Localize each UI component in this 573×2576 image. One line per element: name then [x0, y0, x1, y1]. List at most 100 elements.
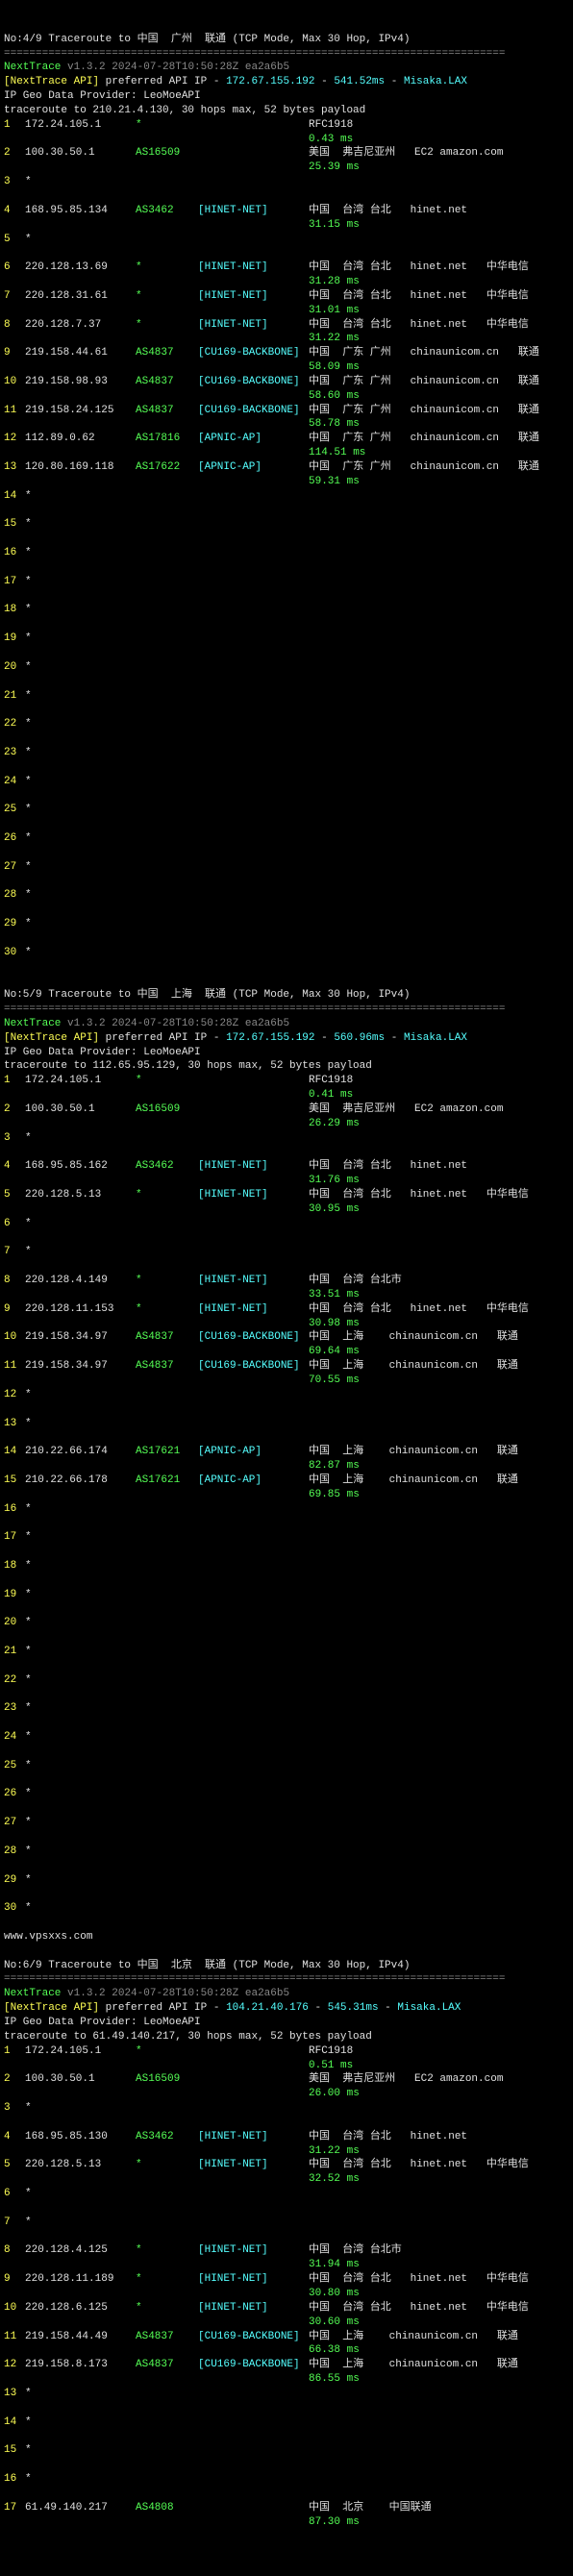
- hop-ip: *: [25, 746, 136, 760]
- hop-row: 7220.128.31.61*[HINET-NET]中国 台湾 台北 hinet…: [4, 289, 569, 304]
- api-latency: 541.52ms: [334, 76, 385, 87]
- hop-latency: 58.09 ms: [309, 360, 360, 375]
- hop-location: 中国 台湾 台北 hinet.net 中华电信: [309, 2158, 529, 2172]
- hop-latency: 82.87 ms: [309, 1459, 360, 1474]
- hop-num: 6: [4, 2187, 25, 2201]
- hop-ip: *: [25, 1816, 136, 1830]
- hop-num: 4: [4, 1159, 25, 1174]
- hop-num: 15: [4, 517, 25, 532]
- hop-ip: *: [25, 1417, 136, 1431]
- hop-net: [APNIC-AP]: [198, 460, 309, 475]
- hop-location: 中国 广东 广州 chinaunicom.cn 联通: [309, 432, 539, 446]
- hop-row: 3*: [4, 175, 569, 189]
- hop-latency-row: 82.87 ms: [4, 1459, 569, 1474]
- hop-latency-row: 30.95 ms: [4, 1202, 569, 1217]
- hop-latency: 70.55 ms: [309, 1374, 360, 1388]
- trace-target: traceroute to 112.65.95.129, 30 hops max…: [4, 1060, 372, 1072]
- hop-ip: 220.128.5.13: [25, 1188, 136, 1202]
- hop-ip: *: [25, 2443, 136, 2458]
- trace-title: No:5/9 Traceroute to 中国 上海 联通 (TCP Mode,…: [4, 989, 410, 1001]
- hop-as: AS17621: [136, 1474, 198, 1488]
- hop-latency-row: 25.39 ms: [4, 161, 569, 175]
- hop-ip: *: [25, 946, 136, 960]
- hop-row: 12219.158.8.173AS4837[CU169-BACKBONE]中国 …: [4, 2358, 569, 2372]
- hop-num: 11: [4, 404, 25, 418]
- hop-as: AS3462: [136, 1159, 198, 1174]
- hop-latency: 66.38 ms: [309, 2343, 360, 2358]
- hop-as: AS4837: [136, 404, 198, 418]
- hop-latency-row: 66.38 ms: [4, 2343, 569, 2358]
- hop-num: 29: [4, 1873, 25, 1888]
- hop-ip: *: [25, 1388, 136, 1402]
- hop-location: 中国 北京 中国联通: [309, 2501, 432, 2515]
- hop-ip: *: [25, 888, 136, 903]
- hop-row: 20*: [4, 1616, 569, 1630]
- hop-row: 13*: [4, 1417, 569, 1431]
- hop-num: 12: [4, 2358, 25, 2372]
- hop-ip: *: [25, 1901, 136, 1916]
- geo-provider: IP Geo Data Provider: LeoMoeAPI: [4, 2017, 201, 2028]
- hop-num: 23: [4, 746, 25, 760]
- hop-num: 7: [4, 1245, 25, 1259]
- hop-location: 中国 台湾 台北 hinet.net 中华电信: [309, 1188, 529, 1202]
- hop-num: 16: [4, 546, 25, 560]
- hop-ip: *: [25, 689, 136, 704]
- hop-latency: 30.80 ms: [309, 2287, 360, 2301]
- hop-net: [APNIC-AP]: [198, 1474, 309, 1488]
- hop-ip: 100.30.50.1: [25, 1102, 136, 1117]
- hop-row: 5220.128.5.13*[HINET-NET]中国 台湾 台北 hinet.…: [4, 1188, 569, 1202]
- hop-net: [HINET-NET]: [198, 2243, 309, 2258]
- hop-num: 3: [4, 2101, 25, 2116]
- hop-ip: *: [25, 803, 136, 817]
- hop-latency-row: 69.85 ms: [4, 1488, 569, 1502]
- hop-num: 5: [4, 233, 25, 247]
- hop-latency-row: 86.55 ms: [4, 2372, 569, 2387]
- hop-latency-row: 0.51 ms: [4, 2059, 569, 2073]
- hop-row: 6*: [4, 1217, 569, 1231]
- hop-ip: *: [25, 517, 136, 532]
- hop-row: 21*: [4, 689, 569, 704]
- hop-row: 29*: [4, 917, 569, 931]
- hop-net: [198, 2501, 309, 2515]
- hop-row: 28*: [4, 1845, 569, 1859]
- hop-location: 中国 广东 广州 chinaunicom.cn 联通: [309, 404, 539, 418]
- hop-num: 25: [4, 1759, 25, 1773]
- hop-location: 中国 台湾 台北 hinet.net: [309, 1159, 467, 1174]
- hop-net: [HINET-NET]: [198, 1159, 309, 1174]
- hop-as: AS4808: [136, 2501, 198, 2515]
- hop-latency: 0.41 ms: [309, 1088, 353, 1102]
- api-isp: Misaka.LAX: [397, 2002, 461, 2014]
- hop-num: 4: [4, 2130, 25, 2144]
- hop-ip: *: [25, 546, 136, 560]
- hop-as: AS17816: [136, 432, 198, 446]
- hop-num: 4: [4, 204, 25, 218]
- hop-num: 30: [4, 1901, 25, 1916]
- hop-row: 26*: [4, 1787, 569, 1801]
- hop-as: AS16509: [136, 146, 198, 161]
- hop-as: *: [136, 118, 198, 133]
- hop-num: 28: [4, 888, 25, 903]
- hop-num: 30: [4, 946, 25, 960]
- hop-latency: 31.76 ms: [309, 1174, 360, 1188]
- hop-ip: *: [25, 1787, 136, 1801]
- hop-latency: 87.30 ms: [309, 2515, 360, 2530]
- api-latency: 560.96ms: [334, 1032, 385, 1044]
- hop-latency-row: 26.29 ms: [4, 1117, 569, 1131]
- hop-num: 3: [4, 175, 25, 189]
- hop-ip: 210.22.66.174: [25, 1445, 136, 1459]
- hop-latency: 59.31 ms: [309, 475, 360, 489]
- hop-as: *: [136, 260, 198, 275]
- hop-net: [CU169-BACKBONE]: [198, 2330, 309, 2344]
- hop-ip: 220.128.4.125: [25, 2243, 136, 2258]
- hop-row: 1172.24.105.1*RFC1918: [4, 1074, 569, 1088]
- hop-ip: *: [25, 1645, 136, 1659]
- hop-row: 10219.158.98.93AS4837[CU169-BACKBONE]中国 …: [4, 375, 569, 389]
- hop-row: 1172.24.105.1*RFC1918: [4, 118, 569, 133]
- hop-ip: 219.158.98.93: [25, 375, 136, 389]
- hop-ip: 219.158.8.173: [25, 2358, 136, 2372]
- hop-latency: 31.15 ms: [309, 218, 360, 233]
- hop-latency-row: 70.55 ms: [4, 1374, 569, 1388]
- hop-row: 6220.128.13.69*[HINET-NET]中国 台湾 台北 hinet…: [4, 260, 569, 275]
- hop-num: 9: [4, 346, 25, 360]
- hop-ip: *: [25, 1730, 136, 1745]
